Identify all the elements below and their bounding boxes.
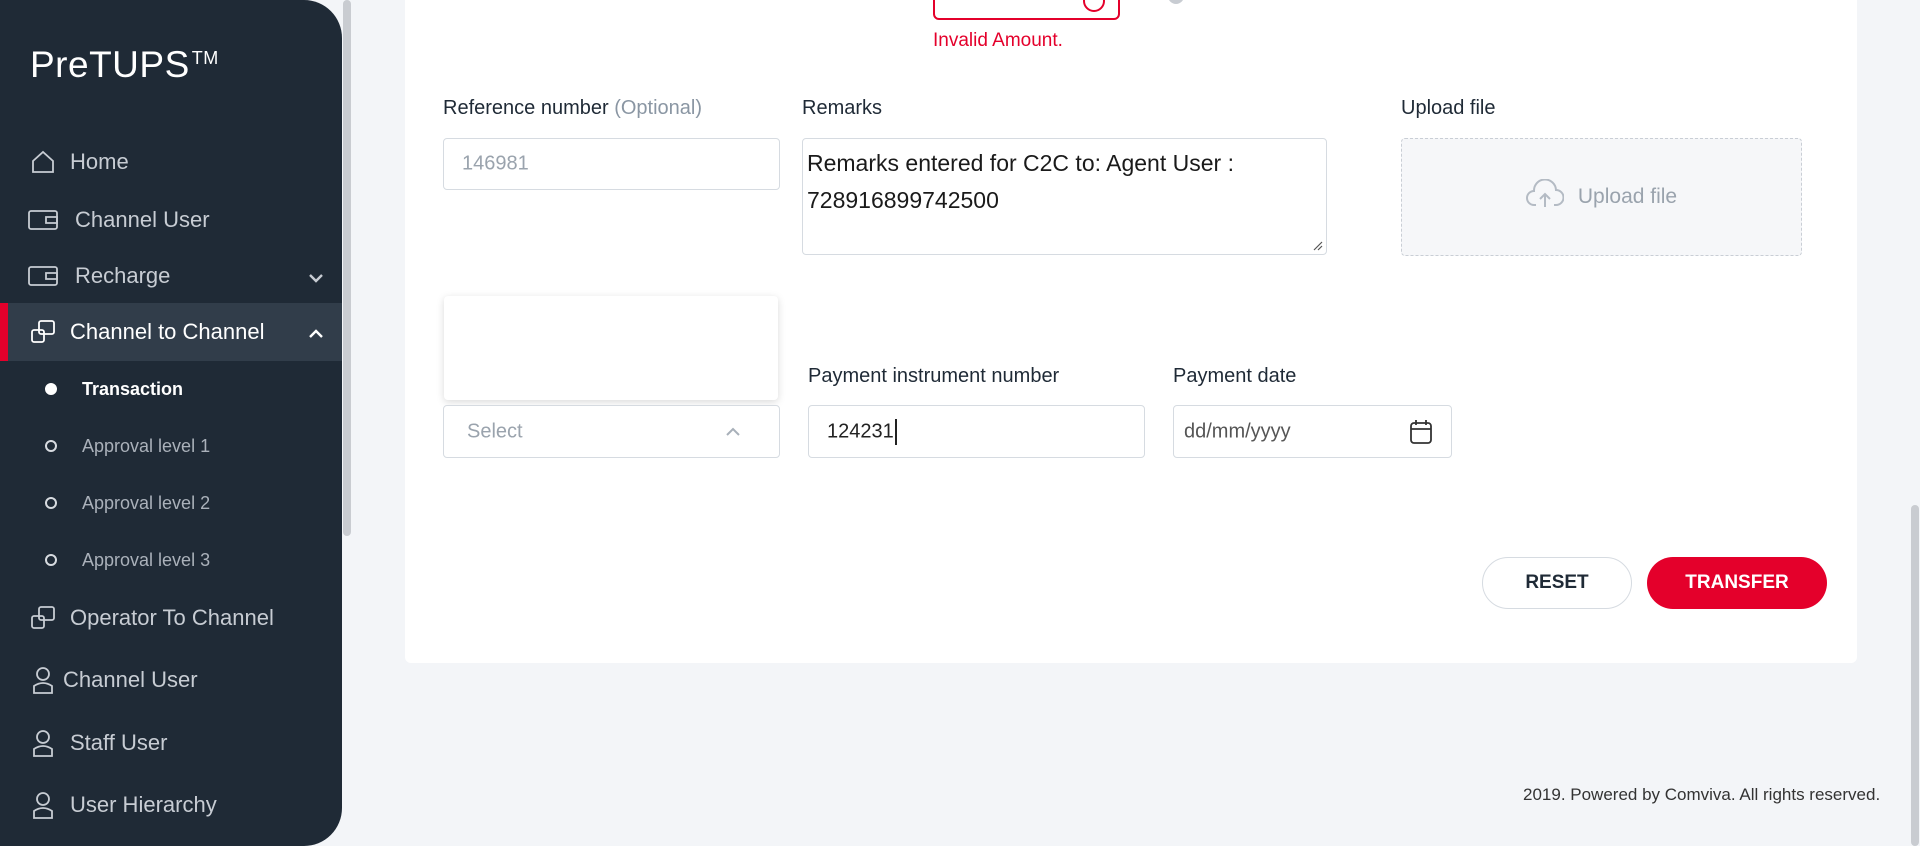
sidebar-subitem-approval-3[interactable]: Approval level 3 — [0, 540, 342, 580]
resize-handle-icon[interactable] — [1311, 239, 1323, 251]
user-icon — [28, 790, 58, 820]
sidebar-scrollbar[interactable] — [343, 0, 351, 536]
sidebar-item-recharge[interactable]: Recharge — [0, 247, 342, 305]
sidebar-item-staff-user[interactable]: Staff User — [0, 714, 342, 772]
chevron-up-icon — [725, 427, 741, 437]
sidebar-item-channel-to-channel[interactable]: Channel to Channel — [0, 303, 342, 361]
payment-instrument-input[interactable]: 124231 — [808, 405, 1145, 458]
sidebar-subitem-approval-2[interactable]: Approval level 2 — [0, 483, 342, 523]
sidebar-item-operator-to-channel[interactable]: Operator To Channel — [0, 589, 342, 647]
chevron-up-icon — [308, 319, 324, 345]
sidebar-item-channel-user[interactable]: Channel User — [0, 191, 342, 249]
payment-type-dropdown-menu[interactable] — [444, 296, 778, 400]
bullet-icon — [45, 383, 57, 395]
upload-file-label: Upload file — [1401, 97, 1496, 119]
sidebar-item-user-hierarchy[interactable]: User Hierarchy — [0, 776, 342, 834]
app-logo: PreTUPS TM — [30, 44, 219, 85]
bullet-icon — [45, 440, 57, 452]
payment-date-label: Payment date — [1173, 365, 1297, 387]
remarks-textarea[interactable]: Remarks entered for C2C to: Agent User :… — [802, 138, 1327, 255]
reference-number-input[interactable]: 146981 — [443, 138, 780, 190]
bullet-icon — [45, 554, 57, 566]
sidebar-subitem-approval-1[interactable]: Approval level 1 — [0, 426, 342, 466]
active-indicator — [0, 303, 8, 361]
reference-number-label: Reference number (Optional) — [443, 97, 703, 119]
footer-copyright: 2019. Powered by Comviva. All rights res… — [1523, 785, 1881, 804]
cloud-upload-icon — [1525, 178, 1565, 215]
payment-date-input[interactable]: dd/mm/yyyy — [1173, 405, 1452, 458]
chevron-down-icon — [308, 263, 324, 289]
page-scrollbar[interactable] — [1911, 505, 1919, 846]
sidebar-item-home[interactable]: Home — [0, 133, 342, 191]
user-icon — [28, 665, 58, 695]
sidebar-item-channel-user-2[interactable]: Channel User — [0, 651, 342, 709]
transfer-icon — [28, 317, 58, 347]
payment-instrument-label: Payment instrument number — [808, 365, 1060, 387]
amount-error-text: Invalid Amount. — [933, 30, 1063, 51]
sidebar: PreTUPS TM Home Channel User Recharge Cha… — [0, 0, 342, 846]
home-icon — [28, 147, 58, 177]
remarks-label: Remarks — [802, 97, 883, 119]
upload-file-dropzone[interactable]: Upload file — [1401, 138, 1802, 256]
text-cursor — [894, 418, 897, 445]
transfer-button[interactable]: TRANSFER — [1647, 557, 1827, 609]
payment-type-select[interactable]: Select — [443, 405, 780, 458]
user-icon — [28, 728, 58, 758]
wallet-icon — [28, 261, 58, 291]
transfer-icon — [28, 603, 58, 633]
calendar-icon[interactable] — [1409, 419, 1433, 445]
bullet-icon — [45, 497, 57, 509]
wallet-icon — [28, 205, 58, 235]
reset-button[interactable]: RESET — [1482, 557, 1632, 609]
sidebar-subitem-transaction[interactable]: Transaction — [0, 369, 342, 409]
